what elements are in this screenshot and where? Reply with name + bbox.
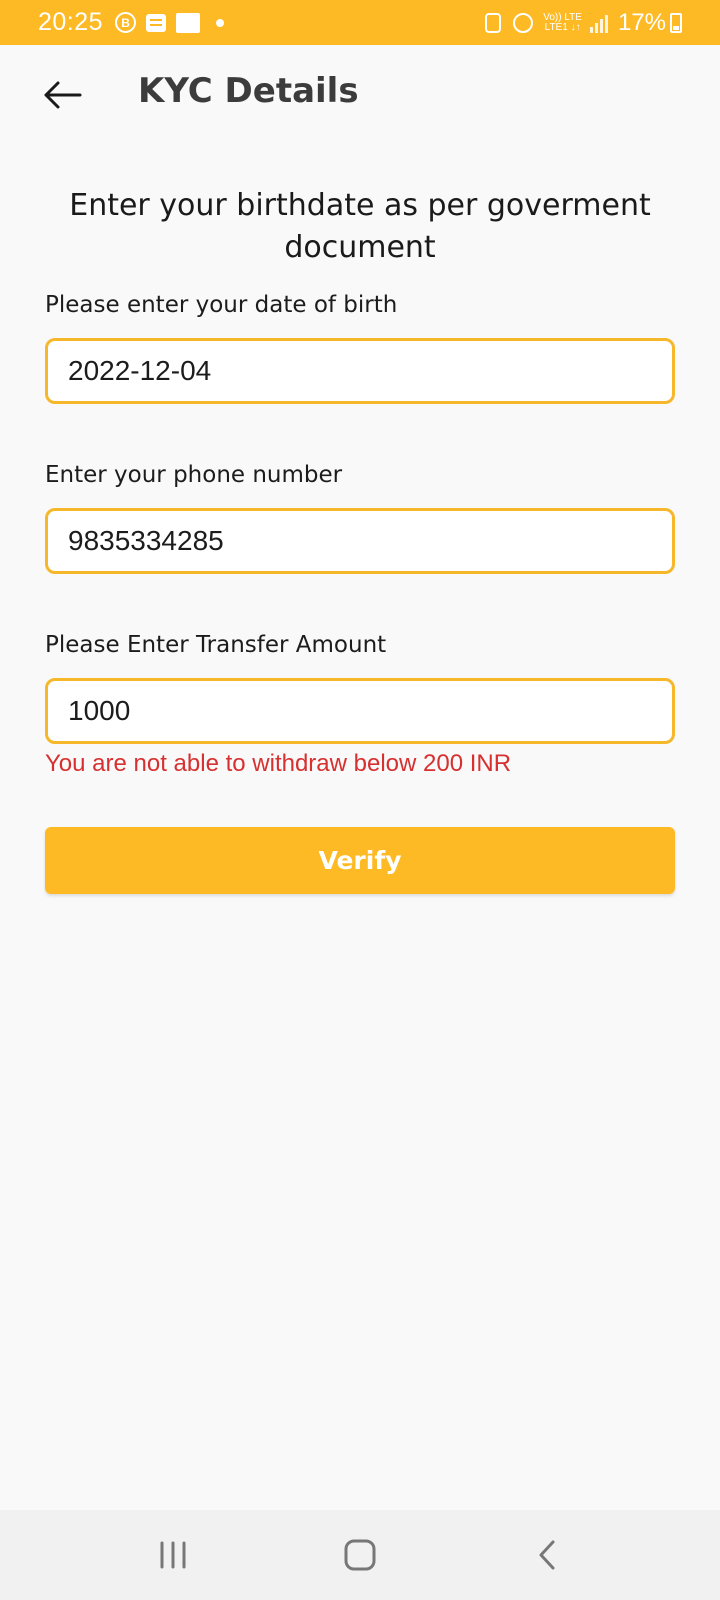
signal-icon — [589, 13, 610, 33]
network-indicator: Vo)) LTE LTE1 ↓↑ — [543, 11, 582, 33]
amount-label: Please Enter Transfer Amount — [45, 632, 387, 658]
status-bar: 20:25 B Vo)) LTE LTE1 ↓↑ 17% — [0, 0, 720, 45]
home-icon[interactable] — [320, 1525, 400, 1585]
network-top-text: Vo)) LTE — [543, 11, 582, 23]
network-bottom-text: LTE1 ↓↑ — [544, 21, 581, 33]
form-heading: Enter your birthdate as per goverment do… — [69, 188, 651, 265]
message-icon — [146, 13, 167, 32]
recent-apps-icon[interactable] — [133, 1525, 213, 1585]
status-right: Vo)) LTE LTE1 ↓↑ 17% — [485, 9, 682, 37]
b-circle-icon: B — [115, 12, 137, 33]
lock-icon — [485, 12, 502, 33]
system-nav-bar — [0, 1510, 720, 1600]
verify-button[interactable]: Verify — [45, 827, 675, 894]
arrow-left-icon[interactable] — [40, 75, 84, 115]
battery-icon — [670, 12, 682, 33]
page-title: KYC Details — [138, 71, 359, 111]
phone-field[interactable] — [45, 508, 675, 574]
phone-label: Enter your phone number — [45, 462, 343, 488]
status-time: 20:25 — [38, 8, 104, 36]
paytm-icon — [176, 12, 201, 33]
battery-percent: 17% — [617, 8, 666, 36]
dob-field[interactable] — [45, 338, 675, 404]
status-left: 20:25 B — [38, 8, 225, 37]
alarm-icon — [513, 12, 534, 33]
back-icon[interactable] — [507, 1525, 587, 1585]
amount-field[interactable] — [45, 678, 675, 744]
amount-error-text: You are not able to withdraw below 200 I… — [45, 750, 512, 777]
dot-icon — [216, 18, 225, 27]
app-bar: KYC Details — [0, 45, 720, 145]
dob-label: Please enter your date of birth — [45, 292, 398, 318]
